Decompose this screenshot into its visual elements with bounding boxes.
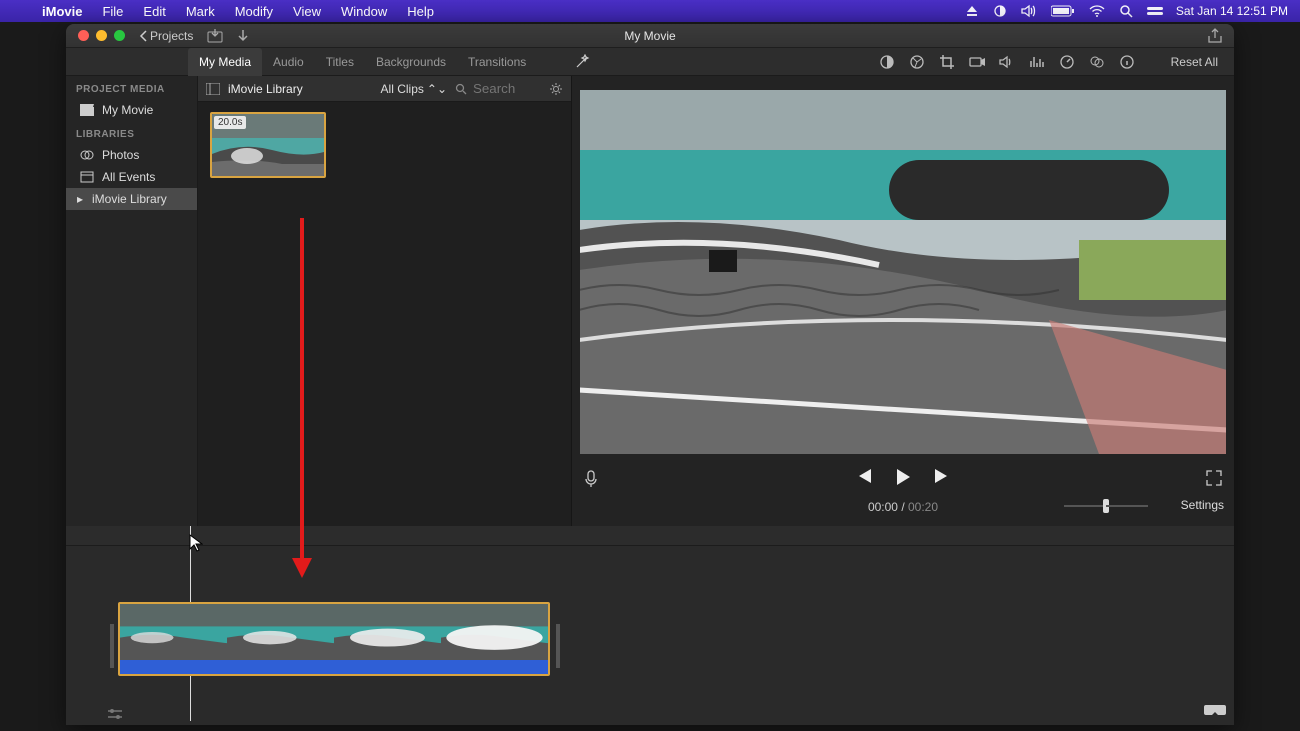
- updown-icon: ⌃⌄: [427, 82, 447, 96]
- filter-icon[interactable]: [1089, 54, 1105, 70]
- close-button[interactable]: [78, 30, 89, 41]
- current-time: 00:00: [868, 500, 898, 514]
- clip-duration-badge: 20.0s: [214, 116, 246, 129]
- view-menu[interactable]: View: [283, 4, 331, 19]
- clip-start-handle[interactable]: [110, 624, 114, 668]
- color-correction-icon[interactable]: [909, 54, 925, 70]
- tab-transitions[interactable]: Transitions: [457, 48, 537, 76]
- window-controls: [66, 30, 125, 41]
- back-to-projects-button[interactable]: Projects: [139, 29, 193, 43]
- fullscreen-preview-button[interactable]: [1206, 470, 1222, 486]
- timeline-settings-icon[interactable]: [106, 707, 124, 721]
- library-name[interactable]: iMovie Library: [228, 82, 373, 96]
- display-icon[interactable]: [986, 4, 1014, 18]
- sidebar-label: My Movie: [102, 103, 153, 117]
- time-ruler[interactable]: [66, 526, 1234, 546]
- total-duration: 00:20: [908, 500, 938, 514]
- imovie-window: Projects My Movie My Media Audio Titles …: [66, 24, 1234, 725]
- photos-icon: [80, 149, 94, 161]
- sidebar-item-imovie-library[interactable]: ▸ iMovie Library: [66, 188, 197, 210]
- settings-gear-icon[interactable]: [549, 82, 563, 96]
- sidebar-heading-libraries: LIBRARIES: [66, 121, 197, 144]
- clip-frames: [120, 604, 548, 660]
- settings-button[interactable]: Settings: [1181, 498, 1224, 512]
- spotlight-icon[interactable]: [1112, 4, 1140, 18]
- clock[interactable]: Sat Jan 14 12:51 PM: [1170, 4, 1300, 18]
- eject-icon[interactable]: [958, 4, 986, 18]
- search-field[interactable]: [455, 80, 541, 97]
- share-button[interactable]: [1208, 28, 1222, 44]
- fullscreen-button[interactable]: [114, 30, 125, 41]
- search-icon: [455, 83, 467, 95]
- import-button[interactable]: [207, 29, 223, 43]
- chevron-right-icon: ▸: [76, 192, 84, 206]
- upper-pane: My Media Audio Titles Backgrounds Transi…: [66, 48, 1234, 526]
- magic-enhance-button[interactable]: [574, 54, 590, 70]
- adjustment-toolbar: Reset All: [879, 48, 1218, 76]
- minimize-button[interactable]: [96, 30, 107, 41]
- timeline[interactable]: [66, 526, 1234, 725]
- title-bar: Projects My Movie: [66, 24, 1234, 48]
- sidebar: PROJECT MEDIA My Movie LIBRARIES Photos …: [66, 76, 198, 526]
- tab-audio[interactable]: Audio: [262, 48, 315, 76]
- color-balance-icon[interactable]: [879, 54, 895, 70]
- help-menu[interactable]: Help: [397, 4, 444, 19]
- volume-icon[interactable]: [1014, 4, 1044, 18]
- modify-menu[interactable]: Modify: [225, 4, 283, 19]
- reset-all-button[interactable]: Reset All: [1171, 55, 1218, 69]
- tab-titles[interactable]: Titles: [315, 48, 365, 76]
- sidebar-label: iMovie Library: [92, 192, 167, 206]
- next-button[interactable]: [933, 468, 951, 486]
- control-center-icon[interactable]: [1140, 5, 1170, 17]
- sidebar-heading-project-media: PROJECT MEDIA: [66, 76, 197, 99]
- clips-filter[interactable]: All Clips ⌃⌄: [381, 82, 447, 96]
- tab-my-media[interactable]: My Media: [188, 48, 262, 76]
- crop-icon[interactable]: [939, 54, 955, 70]
- noise-reduction-icon[interactable]: [1029, 55, 1045, 69]
- wifi-icon[interactable]: [1082, 5, 1112, 17]
- info-icon[interactable]: [1119, 54, 1135, 70]
- timeline-clip[interactable]: [118, 602, 550, 676]
- download-button[interactable]: [237, 29, 249, 43]
- prev-button[interactable]: [855, 468, 873, 486]
- sidebar-item-all-events[interactable]: All Events: [66, 166, 197, 188]
- clip-audio-track[interactable]: [120, 660, 548, 674]
- speed-icon[interactable]: [1059, 54, 1075, 70]
- list-view-icon[interactable]: [206, 83, 220, 95]
- media-browser: iMovie Library All Clips ⌃⌄ 20.0s: [198, 76, 572, 526]
- mark-menu[interactable]: Mark: [176, 4, 225, 19]
- tab-backgrounds[interactable]: Backgrounds: [365, 48, 457, 76]
- window-menu[interactable]: Window: [331, 4, 397, 19]
- stabilization-icon[interactable]: [969, 55, 985, 69]
- clapper-icon: [80, 104, 94, 116]
- file-menu[interactable]: File: [92, 4, 133, 19]
- media-clip-thumbnail[interactable]: 20.0s: [210, 112, 326, 178]
- menu-bar: iMovie File Edit Mark Modify View Window…: [0, 0, 1300, 22]
- app-menu[interactable]: iMovie: [32, 4, 92, 19]
- battery-icon[interactable]: [1044, 5, 1082, 17]
- sidebar-item-photos[interactable]: Photos: [66, 144, 197, 166]
- volume-adjust-icon[interactable]: [999, 55, 1015, 69]
- sidebar-item-my-movie[interactable]: My Movie: [66, 99, 197, 121]
- search-input[interactable]: [471, 80, 541, 97]
- zoom-slider[interactable]: [1064, 500, 1148, 512]
- sidebar-label: All Events: [102, 170, 155, 184]
- edit-menu[interactable]: Edit: [133, 4, 175, 19]
- media-toolbar: iMovie Library All Clips ⌃⌄: [198, 76, 571, 102]
- play-button[interactable]: [895, 468, 911, 486]
- preview-video[interactable]: [580, 90, 1226, 454]
- back-label: Projects: [150, 29, 193, 43]
- clip-end-handle[interactable]: [556, 624, 560, 668]
- sidebar-label: Photos: [102, 148, 139, 162]
- transport-controls: [572, 468, 1234, 486]
- preview-pane: 00:00 / 00:20 Settings: [572, 76, 1234, 526]
- vr-icon[interactable]: [1204, 703, 1226, 717]
- calendar-icon: [80, 171, 94, 183]
